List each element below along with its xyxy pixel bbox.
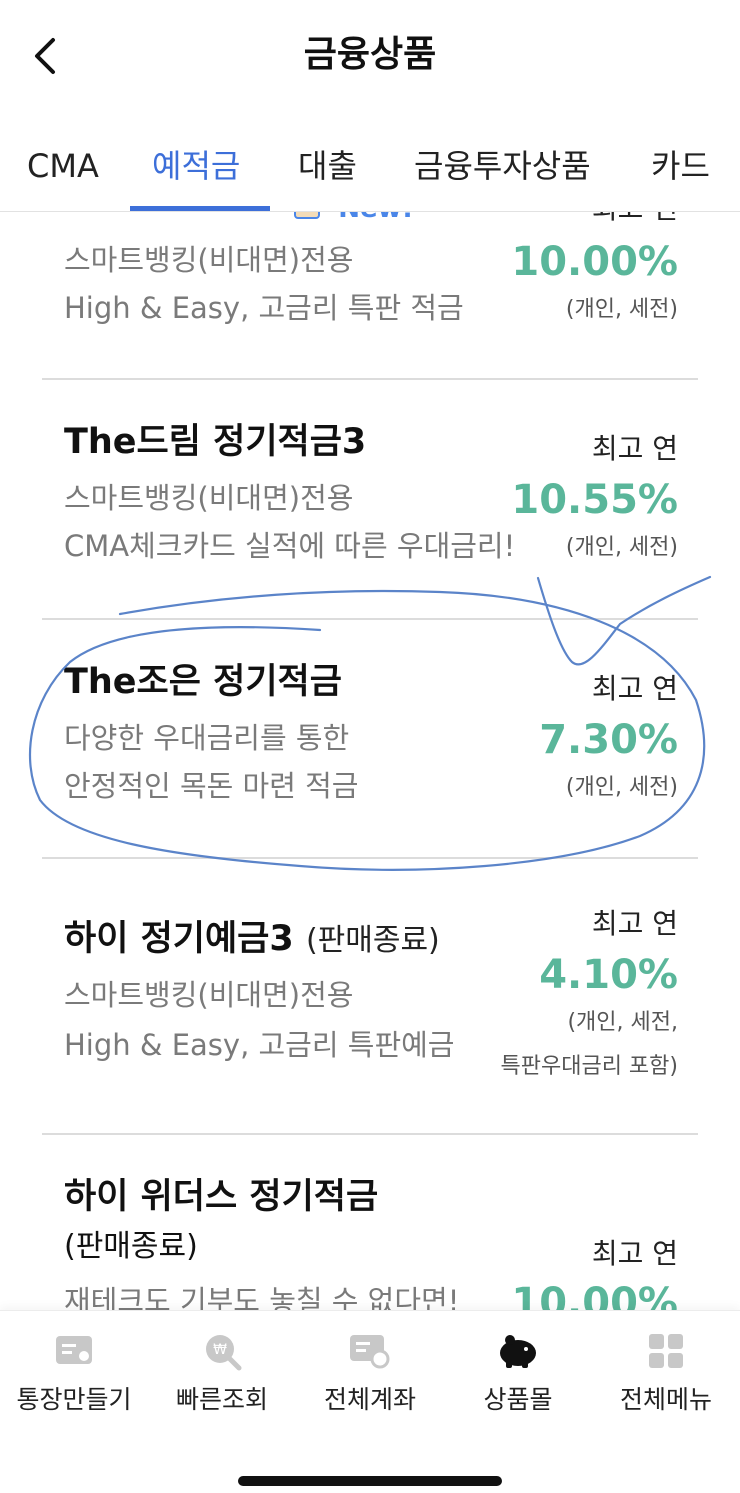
app-header: 금융상품: [0, 0, 740, 108]
product-rate: 10.00%: [511, 239, 678, 285]
max-rate-label: 최고 연: [591, 672, 678, 705]
new-badge: New!: [338, 212, 413, 224]
product-desc-line1: 다양한 우대금리를 통한: [64, 721, 350, 755]
product-title: The드림 정기적금3: [64, 422, 367, 462]
all-accounts-icon: [348, 1331, 392, 1371]
product-title: 하이 정기예금3 (판매종료): [64, 915, 440, 965]
tab-loans[interactable]: 대출: [298, 144, 357, 188]
max-rate-label: 최고 연: [591, 1237, 678, 1270]
list-item[interactable]: New! 최고 연 스마트뱅킹(비대면)전용 10.00% High & Eas…: [0, 212, 740, 378]
sale-ended-label: (판매종료): [64, 1229, 198, 1264]
home-indicator: [238, 1476, 502, 1486]
nav-quick-inquiry[interactable]: ₩ 빠른조회: [148, 1331, 296, 1417]
tab-cma[interactable]: CMA: [27, 144, 99, 188]
rate-note: (개인, 세전): [565, 775, 678, 800]
product-desc-line2: High & Easy, 고금리 특판예금: [64, 1028, 455, 1062]
product-desc-line1: 스마트뱅킹(비대면)전용: [64, 481, 354, 515]
max-rate-label: 최고 연: [591, 907, 678, 940]
rate-note: (개인, 세전): [565, 535, 678, 560]
page-title: 금융상품: [303, 34, 437, 75]
nav-all-accounts[interactable]: 전체계좌: [296, 1331, 444, 1417]
svg-text:₩: ₩: [213, 1342, 227, 1358]
grid-menu-icon: [644, 1331, 688, 1371]
nav-label: 통장만들기: [16, 1385, 132, 1414]
thumbs-up-icon: [294, 212, 320, 219]
product-desc-line1: 스마트뱅킹(비대면)전용: [64, 978, 354, 1012]
product-title: The조은 정기적금: [64, 662, 342, 702]
sale-ended-label: (판매종료): [305, 923, 440, 958]
nav-label: 전체메뉴: [619, 1385, 712, 1414]
tab-cards[interactable]: 카드: [651, 144, 710, 188]
rate-note: (개인, 세전): [565, 297, 678, 322]
active-tab-indicator: [130, 206, 270, 211]
product-title: New!: [64, 212, 413, 233]
piggy-bank-icon: [496, 1331, 540, 1371]
max-rate-label: 최고 연: [591, 432, 678, 465]
nav-label: 상품몰: [483, 1385, 553, 1414]
nav-label: 전체계좌: [323, 1385, 416, 1414]
bottom-navigation: 통장만들기 ₩ 빠른조회 전체계좌 상품몰 전체메뉴: [0, 1310, 740, 1493]
product-rate: 7.30%: [539, 717, 678, 763]
tab-deposits-savings[interactable]: 예적금: [152, 144, 240, 188]
rate-note-line2: 특판우대금리 포함): [500, 1054, 679, 1079]
nav-label: 빠른조회: [175, 1385, 268, 1414]
product-title: 하이 위더스 정기적금: [64, 1177, 379, 1217]
product-list[interactable]: New! 최고 연 스마트뱅킹(비대면)전용 10.00% High & Eas…: [0, 212, 740, 1310]
product-desc-line1: 재테크도 기부도 놓칠 수 없다면!: [64, 1284, 460, 1310]
product-rate: 10.00%: [511, 1280, 678, 1310]
product-rate: 10.55%: [511, 477, 678, 523]
nav-product-mall[interactable]: 상품몰: [444, 1331, 592, 1417]
nav-open-account[interactable]: 통장만들기: [0, 1331, 148, 1417]
category-tabs: CMA 예적금 대출 금융투자상품 카드: [0, 108, 740, 212]
max-rate-label: 최고 연: [592, 212, 678, 228]
list-item[interactable]: 하이 위더스 정기적금 (판매종료) 최고 연 재테크도 기부도 놓칠 수 없다…: [0, 1135, 740, 1310]
list-item[interactable]: The드림 정기적금3 최고 연 스마트뱅킹(비대면)전용 10.55% CMA…: [0, 380, 740, 618]
product-desc-line1: 스마트뱅킹(비대면)전용: [64, 243, 354, 277]
product-rate: 4.10%: [539, 952, 678, 998]
product-title-main: 하이 정기예금3: [64, 919, 294, 959]
list-item[interactable]: 하이 정기예금3 (판매종료) 최고 연 스마트뱅킹(비대면)전용 4.10% …: [0, 859, 740, 1133]
product-desc-line2: CMA체크카드 실적에 따른 우대금리!: [64, 529, 516, 563]
passbook-icon: [52, 1331, 96, 1371]
product-desc-line2: High & Easy, 고금리 특판 적금: [64, 291, 464, 325]
nav-full-menu[interactable]: 전체메뉴: [592, 1331, 740, 1417]
list-item[interactable]: The조은 정기적금 최고 연 다양한 우대금리를 통한 7.30% 안정적인 …: [0, 620, 740, 858]
tab-investment-products[interactable]: 금융투자상품: [414, 144, 591, 188]
product-desc-line2: 안정적인 목돈 마련 적금: [64, 769, 359, 803]
quick-search-icon: ₩: [200, 1331, 244, 1371]
rate-note: (개인, 세전,: [567, 1010, 678, 1035]
